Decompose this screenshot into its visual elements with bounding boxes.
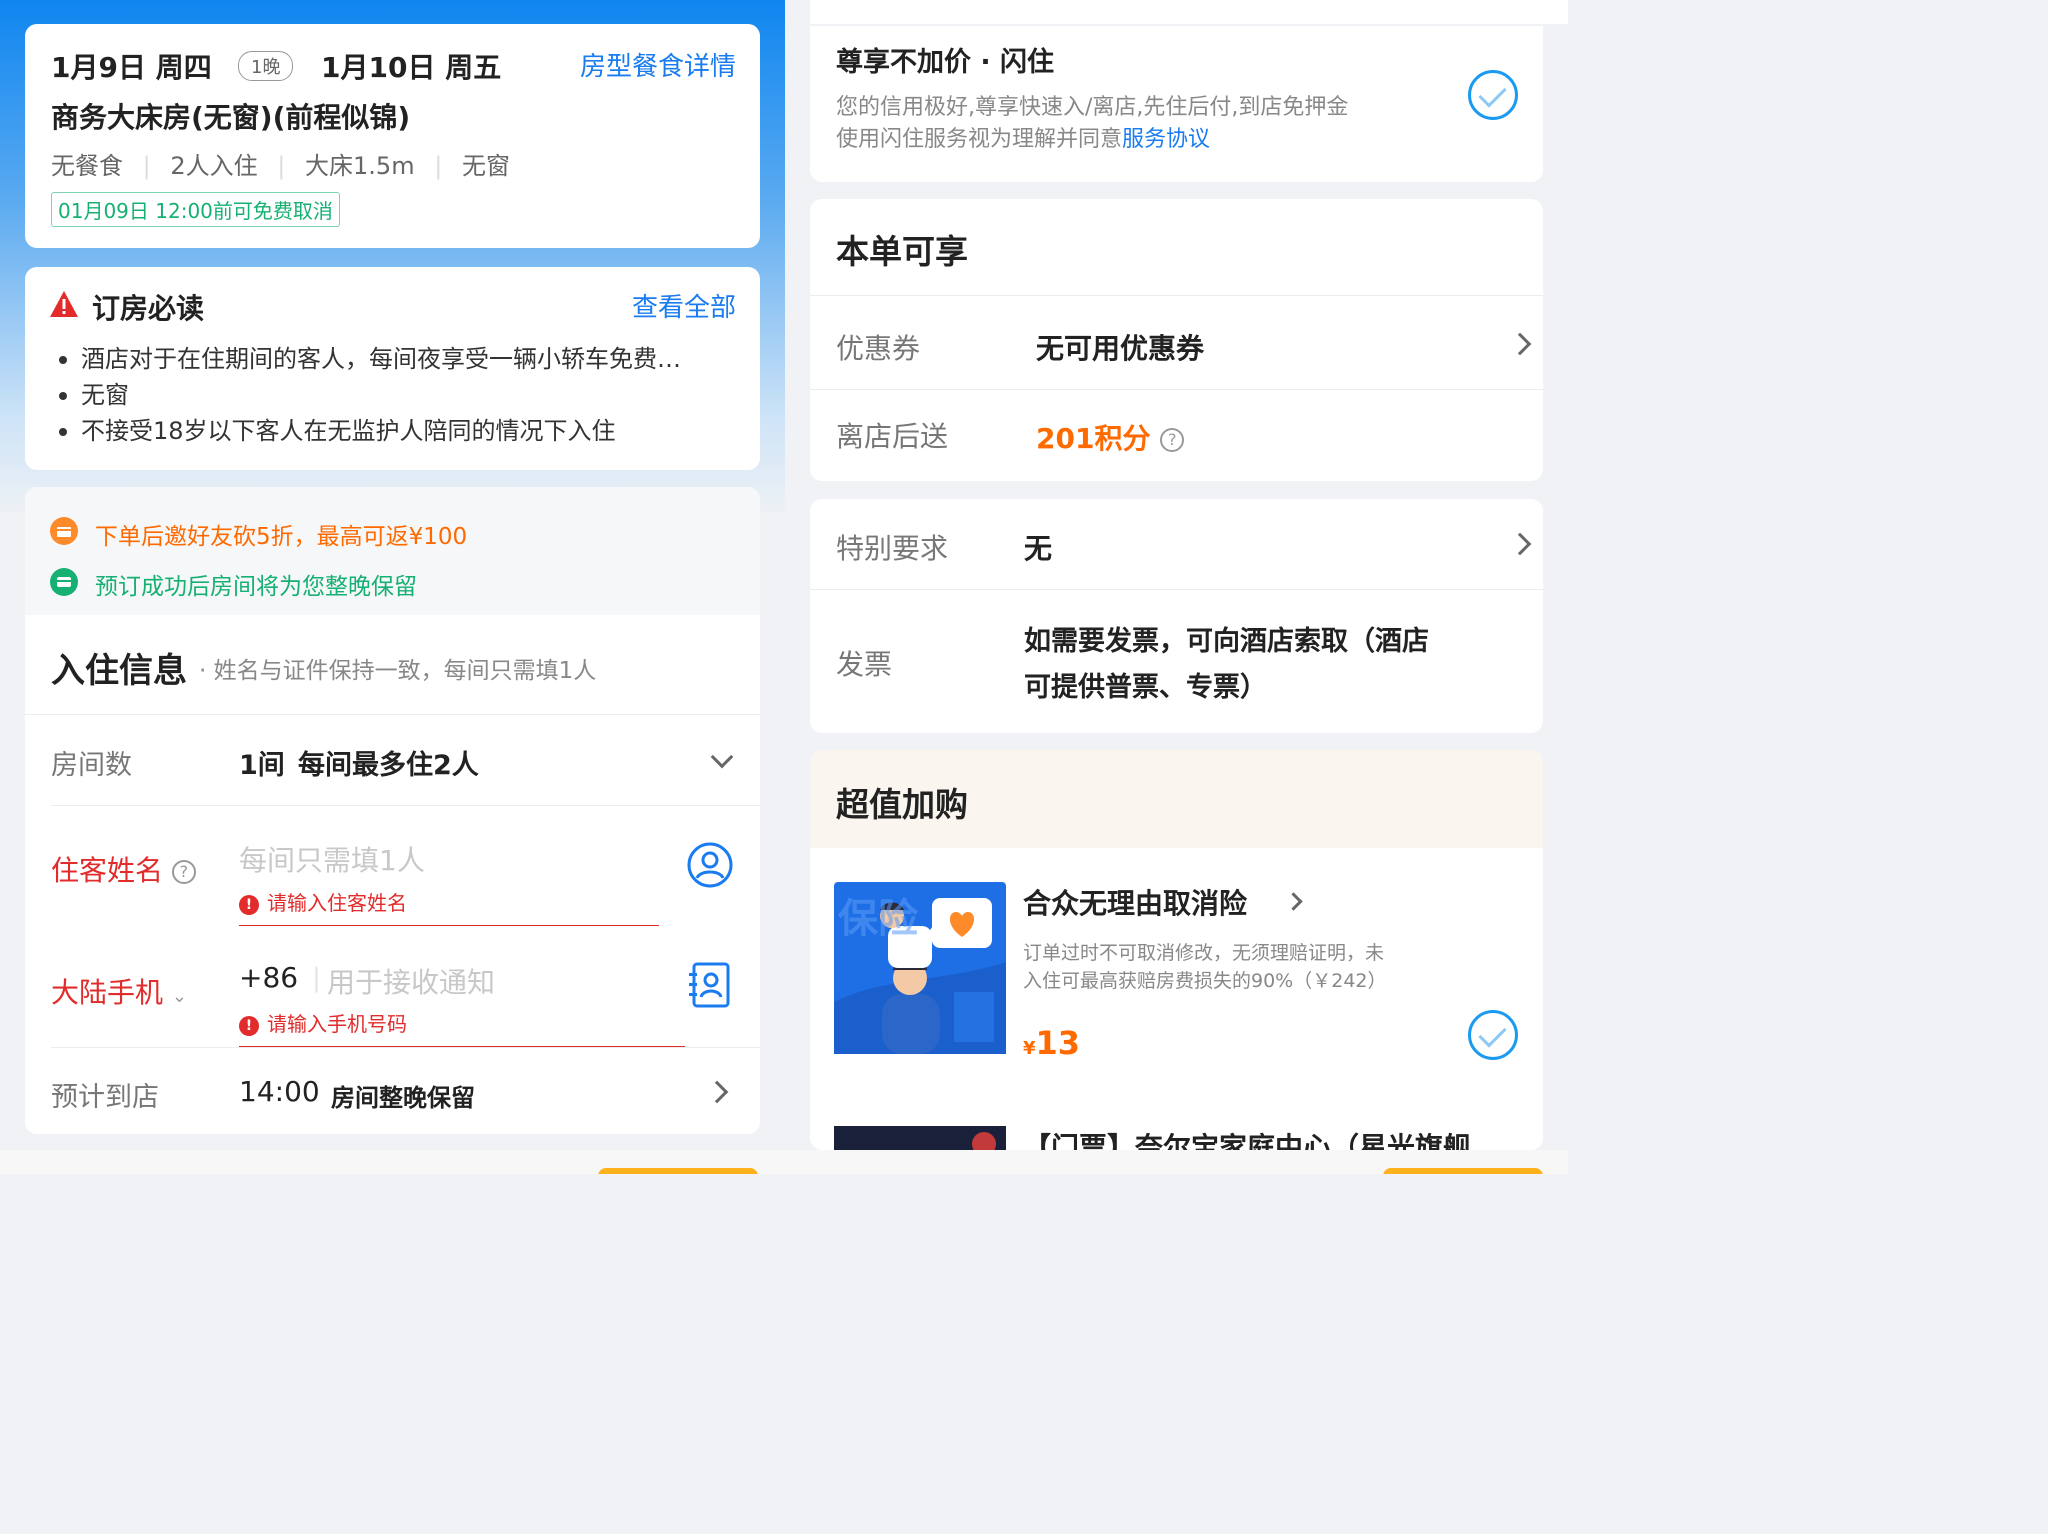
chevron-right-icon[interactable] xyxy=(1508,532,1532,556)
error-icon: ! xyxy=(239,1015,259,1036)
divider xyxy=(25,714,760,715)
phone-country-code[interactable]: +86 xyxy=(239,961,298,994)
contacts-icon[interactable] xyxy=(688,961,732,1009)
room-attributes: 无餐食 | 2人入住 | 大床1.5m | 无窗 xyxy=(51,152,510,180)
cancel-policy-badge: 01月09日 12:00前可免费取消 xyxy=(51,192,340,227)
right-panel: 尊享不加价 · 闪住 您的信用极好,尊享快速入/离店,先住后付,到店免押金 使用… xyxy=(785,0,1568,1174)
divider xyxy=(810,295,1543,296)
flash-stay-card: 尊享不加价 · 闪住 您的信用极好,尊享快速入/离店,先住后付,到店免押金 使用… xyxy=(810,26,1543,182)
phone-region-select[interactable]: 大陆手机 ⌄ xyxy=(51,971,187,1011)
help-icon[interactable]: ? xyxy=(1160,428,1185,452)
insurance-price: ¥13 xyxy=(1023,1024,1081,1062)
divider xyxy=(51,1047,760,1048)
insurance-desc: 订单过时不可取消修改，无须理赔证明，未 xyxy=(1023,942,1385,964)
benefits-card: 本单可享 优惠券 无可用优惠券 离店后送 201积分 ? xyxy=(810,199,1543,481)
bed-attr: 大床1.5m xyxy=(305,152,415,180)
top-edge-card xyxy=(810,0,1568,24)
invoice-info: 如需要发票，可向酒店索取（酒店 xyxy=(1024,626,1429,657)
occupancy-attr: 2人入住 xyxy=(170,152,258,180)
divider xyxy=(810,589,1543,590)
notice-title: 订房必读 xyxy=(92,292,205,325)
error-icon: ! xyxy=(239,894,259,915)
notice-item: 酒店对于在住期间的客人，每间夜享受一辆小轿车免费… xyxy=(59,339,681,374)
flash-stay-title: 尊享不加价 · 闪住 xyxy=(836,47,1055,78)
guest-name-error: ! 请输入住客姓名 xyxy=(239,887,407,916)
chevron-down-icon: ⌄ xyxy=(171,986,188,1007)
points-value: 201积分 ? xyxy=(1036,417,1185,457)
special-request-label: 特别要求 xyxy=(836,532,949,565)
arrival-label: 预计到店 xyxy=(51,1082,159,1113)
guest-info-card: 下单后邀好友砍5折，最高可返¥100 预订成功后房间将为您整晚保留 入住信息 ·… xyxy=(25,487,760,1134)
room-name: 商务大床房(无窗)(前程似锦) xyxy=(51,101,411,134)
arrival-note: 房间整晚保留 xyxy=(331,1084,475,1112)
divider xyxy=(51,805,760,806)
notice-item: 不接受18岁以下客人在无监护人陪同的情况下入住 xyxy=(59,411,616,446)
bullet-icon xyxy=(59,392,67,400)
checkout-date: 1月10日 周五 xyxy=(321,51,502,84)
flash-stay-checkbox[interactable] xyxy=(1468,70,1518,120)
guest-name-underline xyxy=(239,925,659,926)
coupon-label: 优惠券 xyxy=(836,332,921,365)
insurance-checkbox[interactable] xyxy=(1468,1010,1518,1060)
notice-card: 订房必读 查看全部 酒店对于在住期间的客人，每间夜享受一辆小轿车免费… 无窗 不… xyxy=(25,267,760,470)
ticket-thumbnail xyxy=(834,1126,1006,1150)
left-panel: 1月9日 周四 1晚 1月10日 周五 房型餐食详情 商务大床房(无窗)(前程似… xyxy=(0,0,785,1174)
chevron-right-icon[interactable] xyxy=(1284,892,1303,911)
invoice-info: 可提供普票、专票） xyxy=(1024,672,1267,703)
reserve-promo-text: 预订成功后房间将为您整晚保留 xyxy=(95,574,417,600)
gift-icon xyxy=(50,517,78,545)
insurance-title[interactable]: 合众无理由取消险 xyxy=(1023,882,1247,922)
rooms-label: 房间数 xyxy=(51,750,132,781)
insurance-desc: 入住可最高获赔房费损失的90%（￥242） xyxy=(1023,970,1387,992)
guest-name-input[interactable]: 每间只需填1人 xyxy=(239,839,425,879)
coupon-value[interactable]: 无可用优惠券 xyxy=(1036,327,1204,367)
notice-item: 无窗 xyxy=(59,375,129,410)
nights-badge: 1晚 xyxy=(238,51,294,81)
bullet-icon xyxy=(59,428,67,436)
phone-error: ! 请输入手机号码 xyxy=(239,1008,407,1037)
reserve-icon xyxy=(50,568,78,596)
insurance-image-text: 保险 xyxy=(838,896,918,942)
rooms-note: 每间最多住2人 xyxy=(298,750,479,781)
service-agreement-link[interactable]: 服务协议 xyxy=(1122,127,1210,152)
addons-title: 超值加购 xyxy=(836,785,968,824)
submit-button-edge[interactable] xyxy=(598,1168,758,1174)
help-icon[interactable]: ? xyxy=(171,860,196,884)
flash-stay-desc: 您的信用极好,尊享快速入/离店,先住后付,到店免押金 xyxy=(836,95,1349,120)
benefits-title: 本单可享 xyxy=(836,232,968,271)
rooms-value[interactable]: 1间 xyxy=(239,743,285,782)
invite-promo-text[interactable]: 下单后邀好友砍5折，最高可返¥100 xyxy=(95,517,467,551)
invoice-label: 发票 xyxy=(836,648,893,681)
divider xyxy=(810,389,1543,390)
meal-attr: 无餐食 xyxy=(51,152,123,180)
view-all-link[interactable]: 查看全部 xyxy=(632,287,736,324)
warning-icon xyxy=(50,291,78,317)
special-request-value[interactable]: 无 xyxy=(1024,527,1052,567)
separator: | xyxy=(312,963,321,993)
user-picker-icon[interactable] xyxy=(686,841,734,889)
guest-name-label: 住客姓名 ? xyxy=(51,849,196,889)
checkin-date: 1月9日 周四 xyxy=(51,51,212,84)
chevron-down-icon[interactable] xyxy=(710,745,734,769)
room-detail-link[interactable]: 房型餐食详情 xyxy=(580,46,736,83)
chevron-right-icon[interactable] xyxy=(705,1080,729,1104)
arrival-time[interactable]: 14:00 xyxy=(239,1075,320,1108)
submit-button-edge[interactable] xyxy=(1383,1168,1543,1174)
guest-info-title: 入住信息 xyxy=(51,651,187,691)
points-label: 离店后送 xyxy=(836,420,949,453)
bullet-icon xyxy=(59,356,67,364)
chevron-right-icon[interactable] xyxy=(1508,332,1532,356)
room-card: 1月9日 周四 1晚 1月10日 周五 房型餐食详情 商务大床房(无窗)(前程似… xyxy=(25,24,760,248)
window-attr: 无窗 xyxy=(461,152,510,180)
flash-stay-agreement: 使用闪住服务视为理解并同意服务协议 xyxy=(836,127,1211,152)
guest-info-subtitle: · 姓名与证件保持一致，每间只需填1人 xyxy=(199,658,597,684)
requests-card: 特别要求 无 发票 如需要发票，可向酒店索取（酒店 可提供普票、专票） xyxy=(810,499,1543,733)
addons-card: 超值加购 保险 合众无理由取消险 订单过时不可取消修改，无须理赔证明，未 入住可… xyxy=(810,750,1543,1150)
phone-input[interactable]: 用于接收通知 xyxy=(327,961,495,1001)
ticket-title[interactable]: 【门票】奈尔宝家庭中心（星光旗舰 xyxy=(1023,1126,1471,1150)
